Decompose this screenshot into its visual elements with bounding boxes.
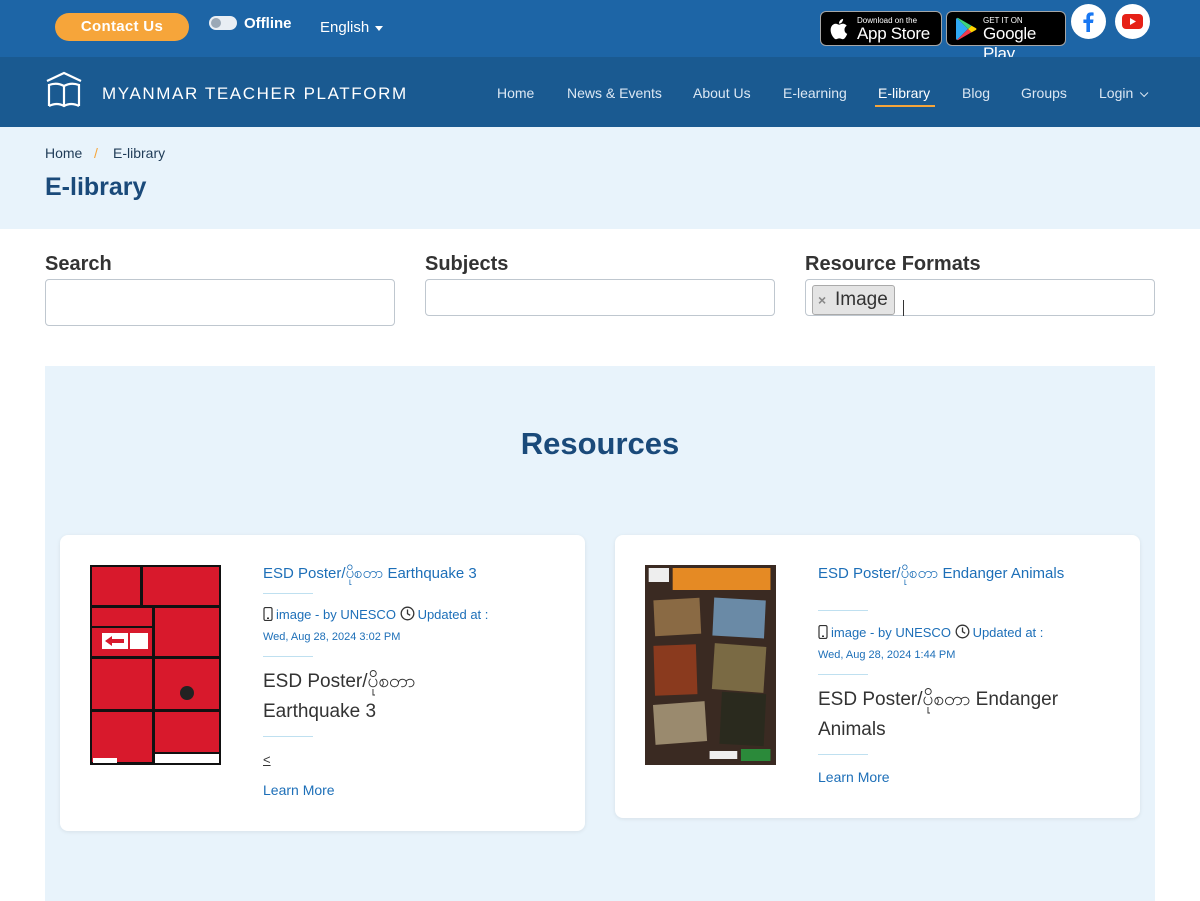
app-store-badge[interactable]: Download on the App Store	[820, 11, 942, 46]
mobile-icon	[263, 607, 273, 621]
card-description: ESD Poster/ပိုစတာ Endanger Animals	[818, 689, 1059, 740]
divider	[818, 674, 868, 675]
learn-more-link[interactable]: Learn More	[263, 782, 335, 798]
card-title[interactable]: ESD Poster/ပိုစတာ Earthquake 3	[263, 565, 533, 583]
format-label: image	[831, 625, 867, 640]
stray-text: <	[263, 752, 271, 767]
format-label: image	[276, 607, 312, 622]
chevron-down-icon	[1140, 88, 1149, 98]
google-play-badge[interactable]: GET IT ON Google Play	[946, 11, 1066, 63]
author-label[interactable]: - by UNESCO	[866, 625, 951, 640]
facebook-button[interactable]	[1071, 4, 1106, 39]
mobile-icon	[818, 625, 828, 639]
earthquake-poster-thumbnail[interactable]	[90, 565, 221, 765]
search-input[interactable]	[45, 279, 395, 326]
caret-down-icon	[375, 25, 384, 31]
divider	[818, 754, 868, 755]
subjects-label: Subjects	[425, 253, 509, 275]
active-nav-indicator	[875, 105, 935, 107]
nav-about-us[interactable]: About Us	[693, 85, 751, 101]
author-label[interactable]: - by UNESCO	[311, 607, 396, 622]
google-play-icon	[956, 17, 977, 41]
divider	[818, 610, 868, 611]
nav-e-learning[interactable]: E-learning	[783, 85, 847, 101]
subjects-select[interactable]	[425, 279, 775, 316]
breadcrumb-current: E-library	[113, 145, 166, 161]
nav-login[interactable]: Login	[1099, 85, 1149, 101]
brand-name[interactable]: MYANMAR TEACHER PLATFORM	[102, 84, 408, 104]
updated-label: Updated at :	[972, 625, 1044, 640]
nav-login-label: Login	[1099, 85, 1134, 101]
divider	[263, 593, 313, 594]
divider	[263, 656, 313, 657]
facebook-icon	[1083, 12, 1094, 32]
main-navbar: MYANMAR TEACHER PLATFORM Home News & Eve…	[0, 57, 1200, 127]
card-title[interactable]: ESD Poster/ပိုစတာ Endanger Animals	[818, 565, 1088, 583]
top-bar: Contact Us Offline English Download on t…	[0, 0, 1200, 63]
card-meta: image - by UNESCO Updated at :	[818, 622, 1118, 644]
card-description: ESD Poster/ပိုစတာ Earthquake 3	[263, 671, 416, 722]
breadcrumb-separator: /	[94, 145, 98, 161]
updated-date: Wed, Aug 28, 2024 1:44 PM	[818, 649, 956, 661]
search-label: Search	[45, 253, 112, 275]
offline-toggle[interactable]	[209, 16, 237, 30]
youtube-icon	[1122, 14, 1143, 29]
endangered-animals-poster-thumbnail[interactable]	[645, 565, 776, 765]
updated-date: Wed, Aug 28, 2024 3:02 PM	[263, 631, 401, 643]
resources-section: Resources ESD Poster/ပိုစတာ Earthquake 3…	[45, 366, 1155, 901]
offline-label: Offline	[244, 15, 292, 32]
book-logo-icon[interactable]	[45, 71, 83, 109]
nav-news-events[interactable]: News & Events	[567, 85, 662, 101]
updated-label: Updated at :	[417, 607, 489, 622]
card-meta: image - by UNESCO Updated at :	[263, 604, 563, 626]
remove-tag-icon[interactable]: ×	[818, 286, 826, 314]
language-dropdown[interactable]: English	[320, 19, 384, 36]
language-label: English	[320, 19, 370, 36]
contact-us-button[interactable]: Contact Us	[55, 13, 189, 41]
breadcrumb-home[interactable]: Home	[45, 145, 82, 161]
resource-card: ESD Poster/ပိုစတာ Earthquake 3 image - b…	[60, 535, 585, 831]
resources-title: Resources	[520, 426, 680, 461]
selected-format-tag: × Image	[812, 285, 895, 315]
resource-card: ESD Poster/ပိုစတာ Endanger Animals image…	[615, 535, 1140, 818]
app-store-big-text: App Store	[857, 24, 930, 43]
toggle-knob	[211, 18, 221, 28]
clock-icon	[400, 606, 415, 621]
page-title: E-library	[45, 173, 147, 201]
resource-formats-label: Resource Formats	[805, 253, 981, 275]
clock-icon	[955, 624, 970, 639]
nav-e-library[interactable]: E-library	[878, 85, 930, 101]
learn-more-link[interactable]: Learn More	[818, 769, 890, 785]
resource-formats-select[interactable]: × Image	[805, 279, 1155, 316]
selected-format-label: Image	[835, 289, 888, 310]
divider	[263, 736, 313, 737]
nav-home[interactable]: Home	[497, 85, 534, 101]
nav-groups[interactable]: Groups	[1021, 85, 1067, 101]
youtube-button[interactable]	[1115, 4, 1150, 39]
text-cursor	[903, 300, 904, 316]
page-header: Home / E-library E-library	[0, 127, 1200, 229]
apple-icon	[830, 18, 848, 40]
nav-blog[interactable]: Blog	[962, 85, 990, 101]
